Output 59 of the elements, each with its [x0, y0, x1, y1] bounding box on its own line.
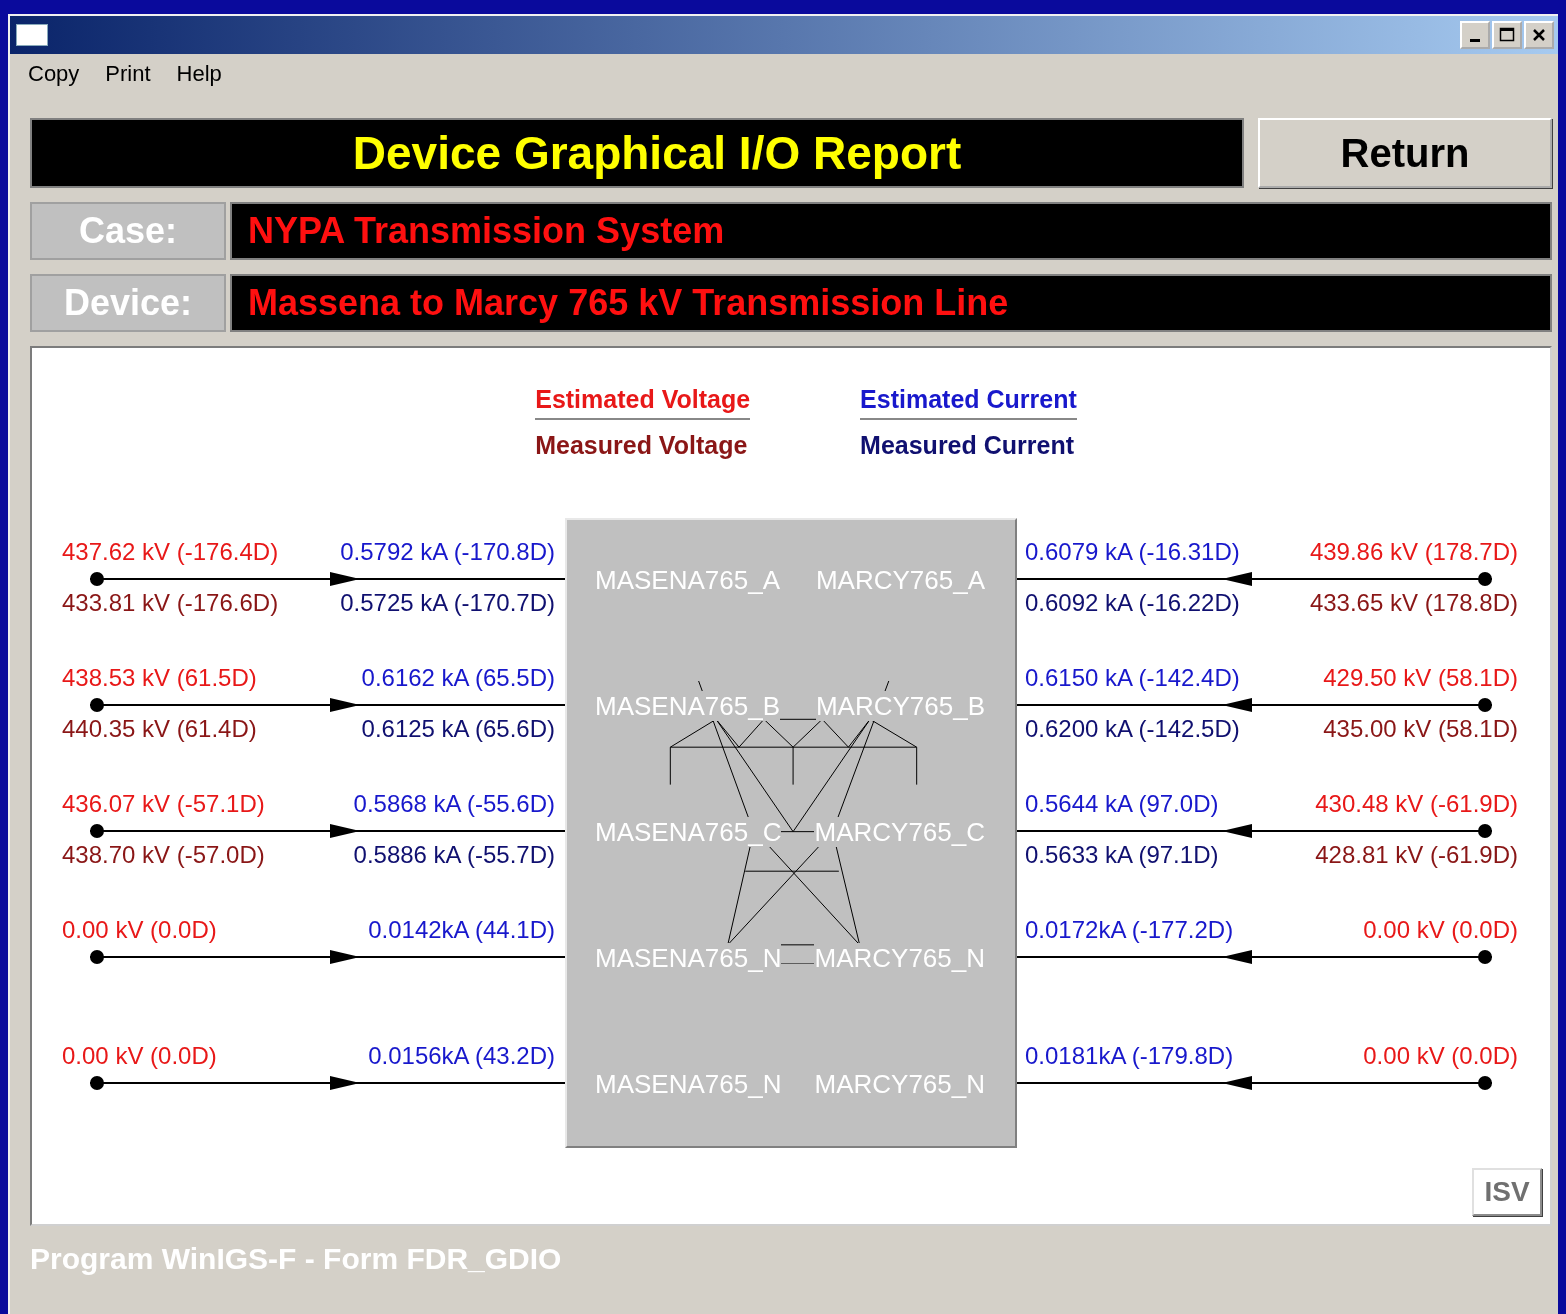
voltage-reading: 438.53 kV (61.5D) — [62, 663, 257, 693]
current-reading: 0.5886 kA (-55.7D) — [353, 840, 555, 870]
bus-label: MASENA765_N — [595, 943, 782, 973]
current-reading: 0.5633 kA (97.1D) — [1025, 840, 1219, 870]
bus-label: MASENA765_C — [595, 817, 782, 847]
current-reading: 0.5725 kA (-170.7D) — [340, 588, 555, 618]
window-icon — [16, 24, 48, 46]
current-reading: 0.6200 kA (-142.5D) — [1025, 714, 1240, 744]
current-reading: 0.5644 kA (97.0D) — [1025, 789, 1219, 819]
current-reading: 0.0142kA (44.1D) — [368, 915, 555, 945]
voltage-reading: 433.81 kV (-176.6D) — [62, 588, 279, 618]
voltage-reading: 435.00 kV (58.1D) — [1323, 714, 1518, 744]
voltage-reading: 0.00 kV (0.0D) — [62, 915, 217, 945]
menu-item[interactable]: Copy — [28, 61, 80, 87]
legend-label: Estimated Current — [860, 382, 1077, 420]
field-label: Case: — [30, 202, 226, 260]
bus-label: MARCY765_C — [814, 817, 985, 847]
voltage-reading: 428.81 kV (-61.9D) — [1315, 840, 1518, 870]
current-reading: 0.6092 kA (-16.22D) — [1025, 588, 1240, 618]
voltage-reading: 0.00 kV (0.0D) — [1363, 1041, 1518, 1071]
close-icon — [1532, 28, 1546, 42]
isv-button[interactable]: ISV — [1472, 1168, 1542, 1216]
legend-label: Measured Current — [860, 430, 1076, 461]
return-button[interactable]: Return — [1258, 118, 1552, 188]
bus-label: MARCY765_B — [815, 691, 985, 721]
legend-label: Estimated Voltage — [535, 382, 751, 420]
bus-label: MASENA765_B — [595, 691, 780, 721]
field-value: NYPA Transmission System — [230, 202, 1552, 260]
legend-label: Measured Voltage — [535, 430, 749, 461]
menu-item[interactable]: Help — [176, 61, 222, 87]
current-reading: 0.0172kA (-177.2D) — [1025, 915, 1234, 945]
voltage-reading: 0.00 kV (0.0D) — [62, 1041, 217, 1071]
report-title: Device Graphical I/O Report — [352, 126, 962, 180]
voltage-reading: 439.86 kV (178.7D) — [1309, 537, 1518, 567]
current-reading: 0.6162 kA (65.5D) — [361, 663, 555, 693]
voltage-reading: 437.62 kV (-176.4D) — [62, 537, 279, 567]
voltage-reading: 440.35 kV (61.4D) — [62, 714, 257, 744]
maximize-button[interactable] — [1492, 21, 1522, 49]
field-label: Device: — [30, 274, 226, 332]
minimize-icon — [1470, 38, 1480, 42]
maximize-icon — [1499, 27, 1515, 43]
voltage-reading: 436.07 kV (-57.1D) — [62, 789, 265, 819]
current-reading: 0.5868 kA (-55.6D) — [353, 789, 555, 819]
minimize-button[interactable] — [1460, 21, 1490, 49]
current-reading: 0.6150 kA (-142.4D) — [1025, 663, 1240, 693]
menu-item[interactable]: Print — [105, 61, 151, 87]
current-reading: 0.0181kA (-179.8D) — [1025, 1041, 1234, 1071]
voltage-reading: 433.65 kV (178.8D) — [1309, 588, 1518, 618]
current-reading: 0.0156kA (43.2D) — [368, 1041, 555, 1071]
bus-label: MARCY765_N — [814, 943, 985, 973]
voltage-reading: 0.00 kV (0.0D) — [1363, 915, 1518, 945]
field-value: Massena to Marcy 765 kV Transmission Line — [230, 274, 1552, 332]
close-button[interactable] — [1524, 21, 1554, 49]
current-reading: 0.6125 kA (65.6D) — [361, 714, 555, 744]
voltage-reading: 429.50 kV (58.1D) — [1323, 663, 1518, 693]
voltage-reading: 430.48 kV (-61.9D) — [1315, 789, 1518, 819]
current-reading: 0.6079 kA (-16.31D) — [1025, 537, 1240, 567]
current-reading: 0.5792 kA (-170.8D) — [340, 537, 555, 567]
voltage-reading: 438.70 kV (-57.0D) — [62, 840, 265, 870]
